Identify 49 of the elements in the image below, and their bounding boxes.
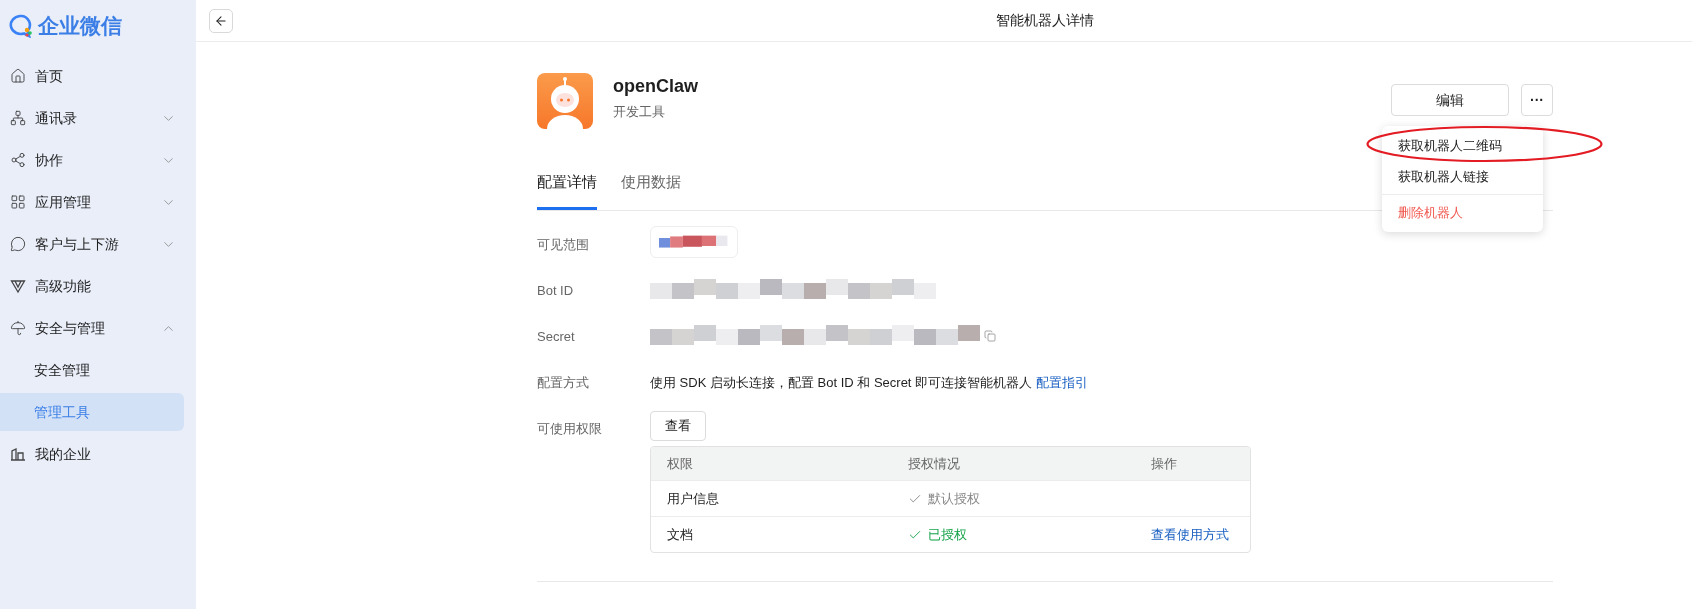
config-description: 使用 SDK 启动长连接，配置 Bot ID 和 Secret 即可连接智能机器人 [650, 374, 1033, 392]
view-button[interactable]: 查看 [650, 411, 706, 441]
column-header: 操作 [1151, 454, 1177, 473]
back-arrow-icon [214, 13, 228, 28]
more-button[interactable]: ··· [1521, 84, 1553, 116]
chat-bubble-icon [10, 236, 26, 252]
column-header: 授权情况 [908, 454, 961, 473]
grid-icon [10, 194, 26, 210]
nav-item[interactable]: 协作 [0, 139, 196, 181]
logo-text: 企业微信 [38, 13, 122, 40]
config-guide-link[interactable]: 配置指引 [1036, 373, 1089, 393]
nav-subitem[interactable]: 安全管理 [0, 351, 184, 389]
copy-icon[interactable] [984, 330, 996, 342]
back-button[interactable] [209, 8, 233, 33]
table-cell-text: 用户信息 [667, 489, 720, 508]
nav-item[interactable]: 安全与管理 [0, 307, 196, 349]
nav-item[interactable]: 应用管理 [0, 181, 196, 223]
nav-item[interactable]: 通讯录 [0, 97, 196, 139]
field-label: 可见范围 [537, 236, 590, 254]
status-text: 已授权 [928, 525, 967, 544]
nav-item[interactable]: 客户与上下游 [0, 223, 196, 265]
umbrella-icon [10, 320, 26, 336]
status-text: 默认授权 [928, 489, 980, 508]
logo-icon [8, 14, 34, 38]
menu-item[interactable]: 获取机器人链接 [1382, 161, 1543, 192]
bot-category: 开发工具 [613, 103, 666, 121]
buildings-icon [10, 446, 26, 462]
table-cell-text: 文档 [667, 525, 694, 544]
usage-link[interactable]: 查看使用方式 [1151, 524, 1229, 545]
column-header: 权限 [667, 454, 694, 473]
field-label: 可使用权限 [537, 420, 603, 438]
robot-avatar-icon [537, 73, 593, 129]
field-label: 配置方式 [537, 374, 590, 392]
tab[interactable]: 使用数据 [621, 157, 681, 210]
bot-name: openClaw [613, 75, 698, 98]
field-label: Bot ID [537, 282, 575, 300]
nav-item[interactable]: 高级功能 [0, 265, 196, 307]
tab[interactable]: 配置详情 [537, 157, 597, 210]
v-shape-icon [10, 278, 26, 294]
home-icon [10, 68, 26, 84]
nav-item[interactable]: 首页 [0, 55, 196, 97]
redacted-value [659, 234, 729, 250]
nodes-icon [10, 152, 26, 168]
edit-button[interactable]: 编辑 [1391, 84, 1509, 116]
org-chart-icon [10, 110, 26, 126]
nav-item[interactable]: 我的企业 [0, 433, 196, 475]
page-title: 智能机器人详情 [996, 11, 1094, 30]
field-label: Secret [537, 328, 576, 346]
menu-item[interactable]: 删除机器人 [1382, 197, 1543, 228]
